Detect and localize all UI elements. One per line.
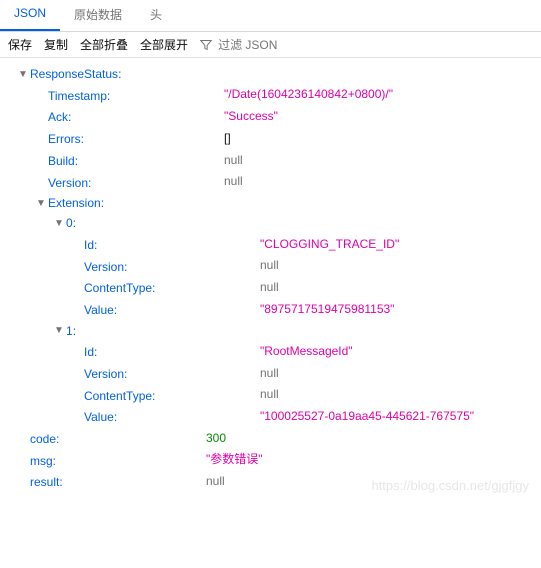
key-label: Id	[84, 342, 94, 362]
node-timestamp[interactable]: ▼Timestamp: "/Date(1604236140842+0800)/"	[4, 84, 537, 106]
key-label: Value	[84, 300, 114, 320]
node-extension-1[interactable]: ▼1:	[4, 321, 537, 341]
key-label: ContentType	[84, 386, 152, 406]
filter-wrap	[200, 37, 336, 53]
value: "参数错误"	[206, 449, 263, 469]
value: 300	[206, 428, 226, 448]
key-label: Version	[84, 364, 124, 384]
key-label: Value	[84, 407, 114, 427]
key-label: code	[30, 429, 56, 449]
key-label: Version	[48, 173, 88, 193]
value: null	[260, 255, 279, 275]
value: "/Date(1604236140842+0800)/"	[224, 84, 393, 104]
node-build[interactable]: ▼Build: null	[4, 150, 537, 172]
caret-down-icon[interactable]: ▼	[18, 66, 28, 83]
node-extension-0[interactable]: ▼0:	[4, 213, 537, 233]
key-label: Errors	[48, 129, 81, 149]
tab-raw[interactable]: 原始数据	[60, 0, 136, 31]
caret-down-icon[interactable]: ▼	[54, 215, 64, 232]
key-label: result	[30, 472, 59, 492]
caret-down-icon[interactable]: ▼	[54, 322, 64, 339]
toolbar: 保存 复制 全部折叠 全部展开	[0, 32, 541, 58]
node-extension-1-contentType[interactable]: ▼ContentType: null	[4, 384, 537, 406]
tabs-bar: JSON 原始数据 头	[0, 0, 541, 32]
value: "Success"	[224, 106, 278, 126]
tab-headers[interactable]: 头	[136, 0, 176, 31]
filter-json-input[interactable]	[216, 37, 336, 53]
node-errors[interactable]: ▼Errors: []	[4, 128, 537, 150]
node-extension-0-version[interactable]: ▼Version: null	[4, 255, 537, 277]
value: null	[260, 277, 279, 297]
node-extension-0-value[interactable]: ▼Value: "8975717519475981153"	[4, 299, 537, 321]
caret-down-icon[interactable]: ▼	[36, 195, 46, 212]
key-label: msg	[30, 451, 53, 471]
value: null	[206, 471, 225, 491]
key-label: ContentType	[84, 278, 152, 298]
value: []	[224, 128, 231, 148]
value: "RootMessageId"	[260, 341, 353, 361]
collapse-all-button[interactable]: 全部折叠	[80, 36, 128, 53]
value: "100025527-0a19aa45-445621-767575"	[260, 406, 474, 426]
node-responseStatus[interactable]: ▼ResponseStatus:	[4, 64, 537, 84]
key-label: Version	[84, 257, 124, 277]
expand-all-button[interactable]: 全部展开	[140, 36, 188, 53]
value: "CLOGGING_TRACE_ID"	[260, 234, 399, 254]
json-tree: ▼ResponseStatus: ▼Timestamp: "/Date(1604…	[0, 58, 541, 513]
node-extension-1-value[interactable]: ▼Value: "100025527-0a19aa45-445621-76757…	[4, 406, 537, 428]
key-label: Ack	[48, 107, 68, 127]
copy-button[interactable]: 复制	[44, 36, 68, 53]
node-msg[interactable]: ▼msg: "参数错误"	[4, 449, 537, 471]
key-label: ResponseStatus	[30, 64, 118, 84]
funnel-icon	[200, 39, 212, 51]
key-label: Extension	[48, 193, 101, 213]
node-extension-0-contentType[interactable]: ▼ContentType: null	[4, 277, 537, 299]
node-ack[interactable]: ▼Ack: "Success"	[4, 106, 537, 128]
key-label: Id	[84, 235, 94, 255]
tab-json[interactable]: JSON	[0, 0, 60, 31]
key-label: Build	[48, 151, 75, 171]
node-extension-0-id[interactable]: ▼Id: "CLOGGING_TRACE_ID"	[4, 234, 537, 256]
value: "8975717519475981153"	[260, 299, 394, 319]
node-extension-1-id[interactable]: ▼Id: "RootMessageId"	[4, 341, 537, 363]
value: null	[260, 363, 279, 383]
node-extension-1-version[interactable]: ▼Version: null	[4, 363, 537, 385]
key-label: Timestamp	[48, 86, 107, 106]
node-code[interactable]: ▼code: 300	[4, 428, 537, 450]
node-version[interactable]: ▼Version: null	[4, 171, 537, 193]
key-label: 1	[66, 321, 73, 341]
value: null	[260, 384, 279, 404]
save-button[interactable]: 保存	[8, 36, 32, 53]
value: null	[224, 171, 243, 191]
key-label: 0	[66, 213, 73, 233]
value: null	[224, 150, 243, 170]
node-result[interactable]: ▼result: null	[4, 471, 537, 493]
node-extension[interactable]: ▼Extension:	[4, 193, 537, 213]
